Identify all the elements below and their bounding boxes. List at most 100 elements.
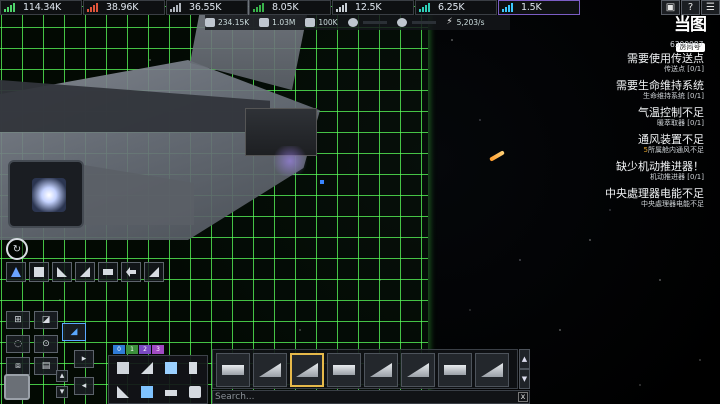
palette-wedge-icon[interactable] — [117, 386, 129, 398]
power-stat: ⚡ 5,203/s — [446, 18, 484, 28]
palette-tab[interactable]: 2 — [139, 345, 151, 354]
light-toggle-button[interactable]: ◌ — [6, 335, 30, 353]
caret-down-icon: ▾ — [59, 387, 65, 397]
resource-bars-icon — [419, 3, 433, 12]
camera-mode-button[interactable]: ⊙ — [34, 335, 58, 353]
bulb-icon: ◌ — [14, 339, 22, 349]
cursor-marker — [320, 180, 324, 184]
hotbar-slot[interactable] — [401, 353, 435, 387]
warning-count: [0/1] — [687, 65, 704, 73]
resource-counter: 8.05K — [249, 0, 331, 15]
hotbar-slot[interactable] — [290, 353, 324, 387]
palette-tab[interactable]: 0 — [113, 345, 125, 354]
core-light — [32, 178, 66, 212]
warning-item[interactable]: 需要生命维持系统 生命维持系统 [0/1] — [605, 80, 704, 101]
tool-cube[interactable] — [29, 262, 49, 282]
scroll-down-button[interactable]: ▾ — [56, 386, 68, 398]
resource-value: 8.05K — [272, 2, 299, 13]
speedometer-icon — [347, 18, 358, 27]
resource-value: 38.96K — [106, 2, 139, 13]
caret-down-icon: ▼ — [521, 375, 528, 383]
room-id: 6300987 — [670, 40, 704, 49]
tool-move[interactable] — [121, 262, 141, 282]
resource-counter: 114.34K — [0, 0, 82, 15]
warning-item[interactable]: 缺少机动推进器！ 机动推进器 [0/1] — [605, 161, 704, 182]
cycle-left-button[interactable]: ◂ — [74, 377, 94, 395]
hotbar-slot[interactable] — [327, 353, 361, 387]
palette-pillar-icon[interactable] — [189, 362, 197, 374]
thruster-shape-icon — [11, 267, 21, 277]
warnings-list: 需要使用传送点 传送点 [0/1] 需要生命维持系统 生命维持系统 [0/1] 气温控制… — [605, 53, 704, 215]
caret-up-icon: ▴ — [59, 371, 65, 381]
warning-detail: 暖萃取器 [0/1] — [605, 119, 704, 128]
current-material-swatch[interactable] — [4, 374, 30, 400]
thrust-gauge — [411, 21, 436, 24]
block-search-input[interactable]: Search... x — [212, 390, 530, 404]
tool-corner[interactable] — [75, 262, 95, 282]
resource-value: 36.55K — [189, 2, 222, 13]
menu-button[interactable]: ☰ — [701, 0, 720, 15]
search-placeholder: Search... — [215, 392, 255, 402]
select-mode-button[interactable]: ◢ — [62, 323, 86, 341]
shield-value: 100K — [318, 18, 338, 27]
warning-title: 需要使用传送点 — [627, 52, 704, 65]
warning-item[interactable]: 中央處理器电能不足 中央處理器电能不足 — [605, 188, 704, 209]
tool-thruster[interactable] — [6, 262, 26, 282]
resource-counter: 6.25K — [415, 0, 497, 15]
palette-cube-icon[interactable] — [117, 362, 129, 374]
scroll-up-button[interactable]: ▴ — [56, 370, 68, 382]
warning-title: 气温控制不足 — [638, 106, 704, 119]
build-mode-button[interactable]: ⊞ — [6, 311, 30, 329]
block-item-icon — [296, 363, 318, 377]
paint-mode-button[interactable]: ◪ — [34, 311, 58, 329]
hotbar-slot[interactable] — [475, 353, 509, 387]
clear-search-button[interactable]: x — [518, 392, 528, 402]
resource-bar: 114.34K 38.96K 36.55K 8.05K 12.5K 6.25K 1.5K — [0, 0, 581, 15]
resource-bars-icon — [502, 3, 516, 12]
warning-detail-text: 中央處理器电能不足 — [641, 200, 704, 208]
hotbar-page-arrows: ▲ ▼ — [519, 349, 530, 389]
arrow-right-icon: ▸ — [81, 354, 87, 364]
palette-block-icon[interactable] — [189, 386, 201, 398]
hotbar-page-up[interactable]: ▲ — [519, 349, 530, 369]
palette-slope-icon[interactable] — [141, 362, 153, 374]
warning-count: [0/1] — [687, 119, 704, 127]
mass-icon — [205, 18, 215, 27]
palette-glass-icon[interactable] — [165, 362, 177, 374]
warning-item[interactable]: 需要使用传送点 传送点 [0/1] — [605, 53, 704, 74]
tool-mirror[interactable] — [144, 262, 164, 282]
layer-button[interactable]: ▤ — [34, 357, 58, 375]
hotbar-slot[interactable] — [253, 353, 287, 387]
rotate-icon: ↻ — [12, 243, 22, 255]
block-palette — [108, 355, 208, 404]
armor-stat: 1.03M — [259, 18, 295, 27]
speed-stat — [347, 18, 387, 27]
palette-tab[interactable]: 3 — [152, 345, 164, 354]
palette-window-icon[interactable] — [141, 386, 153, 398]
hotbar-slot[interactable] — [438, 353, 472, 387]
tool-wedge[interactable] — [52, 262, 72, 282]
hotbar-slot[interactable] — [364, 353, 398, 387]
tool-slab[interactable] — [98, 262, 118, 282]
warning-detail-text: 传送点 — [664, 65, 686, 73]
shield-icon — [305, 18, 316, 27]
block-item-icon — [444, 365, 466, 375]
hotbar-slot[interactable] — [216, 353, 250, 387]
armor-icon — [259, 18, 270, 27]
help-button[interactable]: ? — [681, 0, 700, 15]
symmetry-button[interactable]: ⧈ — [6, 357, 30, 375]
move-arrow-icon — [126, 267, 136, 277]
ship-core[interactable] — [8, 160, 84, 228]
resource-bars-icon — [336, 3, 350, 12]
block-item-icon — [407, 363, 429, 377]
rotate-tool-button[interactable]: ↻ — [6, 238, 28, 260]
hotbar-page-down[interactable]: ▼ — [519, 369, 530, 389]
warning-title: 缺少机动推进器！ — [616, 160, 704, 173]
palette-slab-icon[interactable] — [165, 390, 177, 396]
palette-tab[interactable]: 1 — [126, 345, 138, 354]
screenshot-button[interactable]: ▣ — [661, 0, 680, 15]
warning-item[interactable]: 气温控制不足 暖萃取器 [0/1] — [605, 107, 704, 128]
warning-item[interactable]: 通风装置不足 5所属舱内通风不足 — [605, 134, 704, 155]
cycle-right-button[interactable]: ▸ — [74, 350, 94, 368]
warning-detail: 传送点 [0/1] — [605, 65, 704, 74]
